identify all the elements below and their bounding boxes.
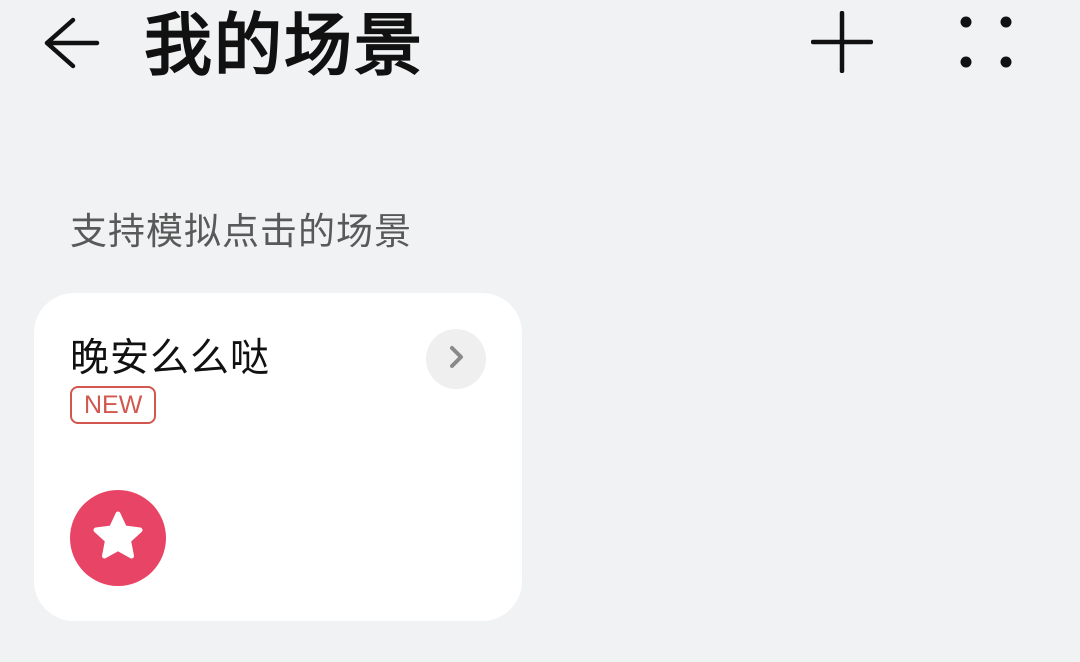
more-options-button[interactable] (946, 8, 1026, 80)
new-badge: NEW (70, 386, 157, 424)
section-title: 支持模拟点击的场景 (70, 210, 412, 253)
four-dots-icon (960, 16, 1012, 72)
scene-icon (70, 490, 166, 586)
plus-icon (810, 10, 874, 77)
new-badge-label: NEW (84, 391, 143, 419)
scene-detail-button[interactable] (426, 329, 486, 389)
back-button[interactable] (30, 10, 110, 80)
star-icon (91, 510, 145, 566)
scene-name: 晚安么么哒 (70, 336, 271, 381)
top-app-bar: 我的场景 (0, 0, 1080, 100)
arrow-left-icon (39, 15, 101, 75)
chevron-right-icon (444, 343, 468, 375)
page-title: 我的场景 (144, 7, 425, 86)
scene-card[interactable]: 晚安么么哒 NEW (34, 293, 522, 621)
add-scene-button[interactable] (802, 8, 882, 80)
